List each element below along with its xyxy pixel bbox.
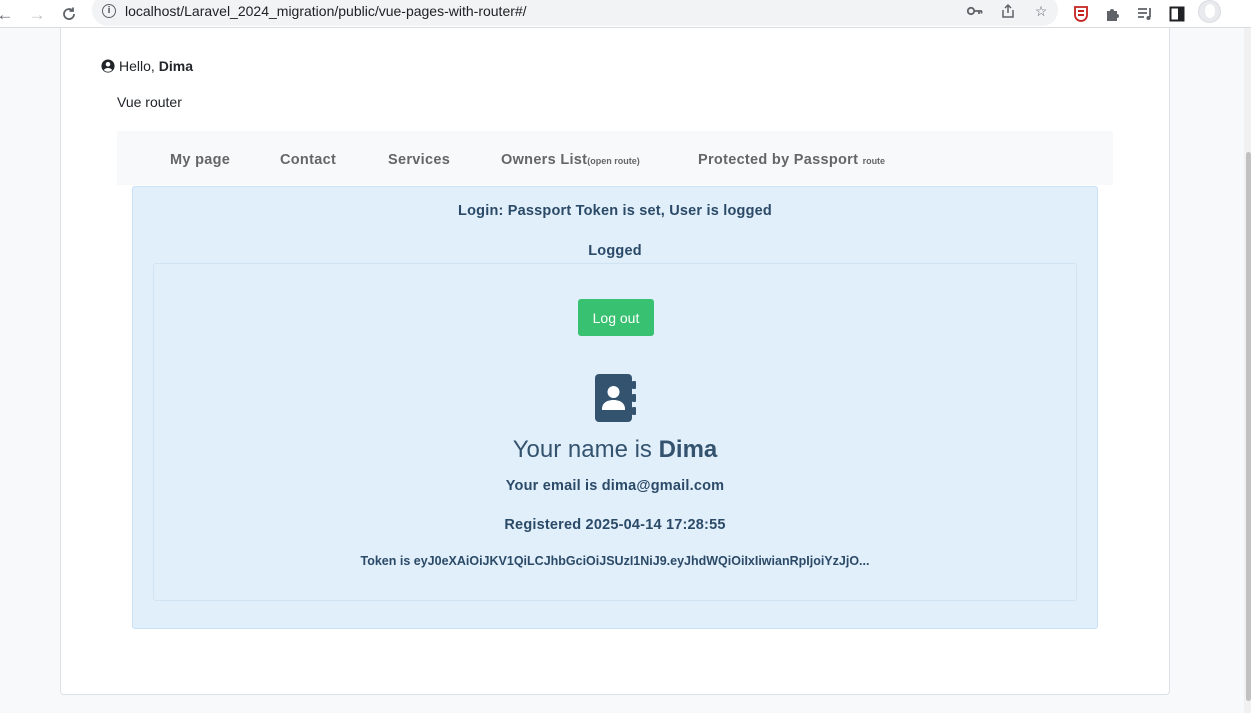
key-icon[interactable] xyxy=(966,2,984,20)
login-status-text: Login: Passport Token is set, User is lo… xyxy=(458,203,772,219)
address-bar[interactable]: i localhost/Laravel_2024_migration/publi… xyxy=(92,0,1058,26)
address-book-icon xyxy=(595,374,636,422)
nav-link-label: Owners List xyxy=(501,152,588,168)
extensions-puzzle-icon[interactable] xyxy=(1102,3,1124,25)
nav-link-contact[interactable]: Contact xyxy=(280,152,336,168)
greeting: Hello, Dima xyxy=(101,58,193,74)
nav-link-label: My page xyxy=(170,152,231,168)
registered-date-line: Registered 2025-04-14 17:28:55 xyxy=(504,517,726,533)
nav-link-owners-list[interactable]: Owners List(open route) xyxy=(501,152,640,168)
nav-link-label: Contact xyxy=(280,152,337,168)
nav-link-suffix: route xyxy=(862,156,886,166)
nav-link-protected-by-passport[interactable]: Protected by Passport route xyxy=(698,152,885,168)
page-scrollbar-thumb[interactable] xyxy=(1246,152,1251,701)
user-name-line: Your name is Dima xyxy=(154,436,1076,464)
logged-state-text: Logged xyxy=(588,243,642,259)
main-navbar: My page Contact Services Owners List(ope… xyxy=(117,131,1113,185)
user-name-value: Dima xyxy=(658,436,718,463)
user-name-prefix: Your name is xyxy=(512,436,652,463)
profile-avatar-icon[interactable] xyxy=(1198,0,1221,23)
url-text[interactable]: localhost/Laravel_2024_migration/public/… xyxy=(125,3,527,19)
nav-link-label: Services xyxy=(388,152,451,168)
share-icon[interactable] xyxy=(999,2,1017,20)
media-playlist-icon[interactable] xyxy=(1134,3,1156,25)
bookmark-star-icon[interactable]: ☆ xyxy=(1032,2,1050,20)
nav-link-suffix: (open route) xyxy=(587,156,640,166)
nav-link-label: Protected by Passport xyxy=(698,152,859,168)
logout-button[interactable]: Log out xyxy=(578,299,654,336)
forward-arrow-icon[interactable]: → xyxy=(26,3,48,25)
site-info-icon[interactable]: i xyxy=(102,4,116,18)
app-title: Vue router xyxy=(117,94,182,110)
extension-shield-icon[interactable] xyxy=(1070,3,1092,25)
greeting-user-name: Dima xyxy=(158,58,194,74)
reload-icon[interactable] xyxy=(58,3,80,25)
user-details-card: Log out Your name is Dima Your email is … xyxy=(153,263,1077,601)
nav-link-services[interactable]: Services xyxy=(388,152,450,168)
back-arrow-icon[interactable]: ← xyxy=(0,3,16,25)
greeting-label: Hello, xyxy=(119,58,155,74)
user-email-line: Your email is dima@gmail.com xyxy=(505,478,725,494)
side-panel-icon[interactable] xyxy=(1166,3,1188,25)
login-info-panel: Login: Passport Token is set, User is lo… xyxy=(132,186,1098,629)
user-circle-icon xyxy=(101,59,115,73)
browser-toolbar: ← → i localhost/Laravel_2024_migration/p… xyxy=(0,0,1251,28)
token-line: Token is eyJ0eXAiOiJKV1QiLCJhbGciOiJSUzI… xyxy=(360,554,870,568)
nav-link-my-page[interactable]: My page xyxy=(170,152,230,168)
